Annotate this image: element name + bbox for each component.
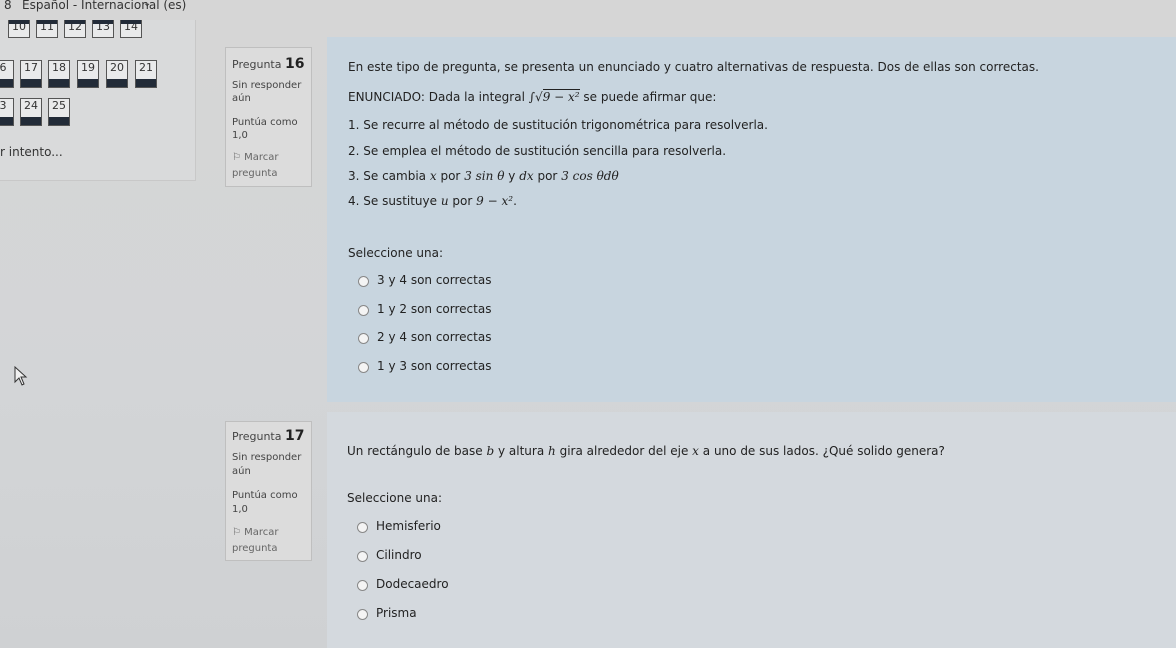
score-label: Puntúa como bbox=[232, 117, 298, 128]
nav-question-24[interactable]: 24 bbox=[20, 98, 42, 126]
nav-question-18[interactable]: 18 bbox=[48, 60, 70, 88]
quiz-navigation: 10 11 12 13 14 6 17 18 19 20 21 3 24 25 … bbox=[0, 20, 196, 181]
answer-radio-3[interactable] bbox=[357, 580, 368, 591]
answer-option-1[interactable]: Hemisferio bbox=[376, 519, 441, 533]
nav-question-19[interactable]: 19 bbox=[77, 60, 99, 88]
lang-number: 8 bbox=[4, 0, 12, 12]
answer-option-4[interactable]: Prisma bbox=[376, 606, 417, 620]
nav-question-17[interactable]: 17 bbox=[20, 60, 42, 88]
question-intro: En este tipo de pregunta, se presenta un… bbox=[348, 60, 1039, 74]
flag-question-button[interactable]: ⚐ Marcar bbox=[232, 152, 279, 163]
question-label: Pregunta bbox=[232, 430, 282, 443]
flag-icon: ⚐ bbox=[232, 527, 241, 538]
nav-question-14[interactable]: 14 bbox=[120, 20, 142, 38]
question-16-info: Pregunta 16 Sin responder aún Puntúa com… bbox=[225, 47, 312, 187]
nav-question-10[interactable]: 10 bbox=[8, 20, 30, 38]
answer-option-2[interactable]: Cilindro bbox=[376, 548, 422, 562]
select-one-label: Seleccione una: bbox=[347, 491, 442, 505]
score-label: Puntúa como bbox=[232, 490, 298, 501]
answer-option-2[interactable]: 1 y 2 son correctas bbox=[377, 302, 491, 316]
answer-radio-4[interactable] bbox=[358, 362, 369, 373]
nav-question-20[interactable]: 20 bbox=[106, 60, 128, 88]
language-selector[interactable]: Español - Internacional (es) bbox=[22, 0, 186, 12]
chevron-down-icon[interactable]: ⌄ bbox=[143, 0, 151, 9]
status-text: Sin responder bbox=[232, 452, 302, 463]
answer-option-3[interactable]: 2 y 4 son correctas bbox=[377, 330, 491, 344]
statement-4: 4. Se sustituye u por 9 − x². bbox=[348, 194, 517, 208]
nav-question-12[interactable]: 12 bbox=[64, 20, 86, 38]
statement-3: 3. Se cambia x por 3 sin θ y dx por 3 co… bbox=[348, 169, 619, 183]
select-one-label: Seleccione una: bbox=[348, 246, 443, 260]
answer-radio-2[interactable] bbox=[357, 551, 368, 562]
answer-radio-1[interactable] bbox=[357, 522, 368, 533]
question-label: Pregunta bbox=[232, 58, 282, 71]
status-text-2: aún bbox=[232, 93, 251, 104]
answer-radio-2[interactable] bbox=[358, 305, 369, 316]
score-value: 1,0 bbox=[232, 504, 248, 515]
answer-radio-3[interactable] bbox=[358, 333, 369, 344]
nav-question-11[interactable]: 11 bbox=[36, 20, 58, 38]
answer-option-3[interactable]: Dodecaedro bbox=[376, 577, 449, 591]
question-number: 17 bbox=[284, 428, 305, 444]
finish-attempt-link[interactable]: r intento... bbox=[0, 145, 63, 159]
nav-question-13[interactable]: 13 bbox=[92, 20, 114, 38]
nav-question-16[interactable]: 6 bbox=[0, 60, 14, 88]
flag-icon: ⚐ bbox=[232, 152, 241, 163]
question-number: 16 bbox=[284, 56, 305, 72]
question-statement: ENUNCIADO: Dada la integral ∫√9 − x² se … bbox=[348, 89, 717, 104]
statement-1: 1. Se recurre al método de sustitución t… bbox=[348, 118, 768, 132]
answer-radio-4[interactable] bbox=[357, 609, 368, 620]
answer-radio-1[interactable] bbox=[358, 276, 369, 287]
nav-question-25[interactable]: 25 bbox=[48, 98, 70, 126]
answer-option-4[interactable]: 1 y 3 son correctas bbox=[377, 359, 491, 373]
flag-question-label[interactable]: pregunta bbox=[232, 543, 277, 554]
score-value: 1,0 bbox=[232, 130, 248, 141]
top-bar: 8 Español - Internacional (es) ⌄ bbox=[0, 0, 1176, 16]
flag-question-button[interactable]: ⚐ Marcar bbox=[232, 527, 279, 538]
statement-2: 2. Se emplea el método de sustitución se… bbox=[348, 144, 727, 158]
status-text-2: aún bbox=[232, 466, 251, 477]
mouse-cursor-icon bbox=[14, 366, 28, 386]
question-17-info: Pregunta 17 Sin responder aún Puntúa com… bbox=[225, 421, 312, 561]
answer-option-1[interactable]: 3 y 4 son correctas bbox=[377, 273, 491, 287]
question-17-text: Un rectángulo de base b y altura h gira … bbox=[347, 444, 945, 458]
nav-question-21[interactable]: 21 bbox=[135, 60, 157, 88]
nav-question-23[interactable]: 3 bbox=[0, 98, 14, 126]
flag-question-label[interactable]: pregunta bbox=[232, 168, 277, 179]
status-text: Sin responder bbox=[232, 80, 302, 91]
